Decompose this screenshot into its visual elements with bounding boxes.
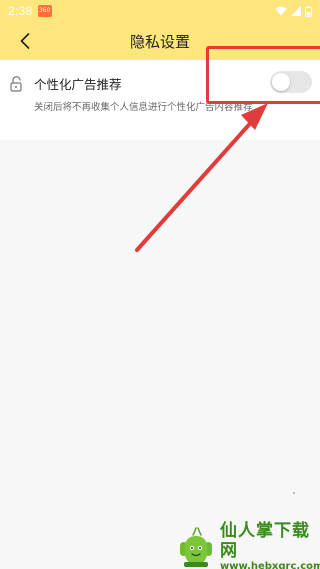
header: 2:38 360 隐私设置 — [0, 0, 320, 60]
watermark-text: 仙人掌下载网 www.hebxqrc.com — [220, 521, 320, 569]
setting-personalized-ads: 个性化广告推荐 关闭后将不再收集个人信息进行个性化广告内容推荐 — [0, 60, 320, 140]
speck — [293, 492, 295, 494]
cactus-logo-icon — [180, 526, 212, 567]
unlock-icon — [10, 75, 22, 92]
page-title: 隐私设置 — [129, 32, 190, 51]
wifi-icon — [275, 6, 287, 16]
watermark: 仙人掌下载网 www.hebxqrc.com — [176, 521, 320, 569]
chevron-left-icon — [20, 33, 30, 49]
setting-row: 个性化广告推荐 — [10, 74, 122, 93]
app-bar: 隐私设置 — [0, 22, 320, 60]
status-time: 2:38 — [8, 4, 33, 18]
battery-icon — [305, 5, 312, 17]
back-button[interactable] — [12, 28, 38, 54]
status-indicators — [275, 5, 312, 17]
watermark-name: 仙人掌下载网 — [220, 520, 310, 561]
signal-icon — [291, 6, 301, 16]
status-app-icon: 360 — [37, 5, 52, 17]
setting-title: 个性化广告推荐 — [34, 77, 122, 92]
setting-description: 关闭后将不再收集个人信息进行个性化广告内容推荐 — [34, 102, 253, 113]
status-bar: 2:38 360 — [0, 0, 320, 22]
toggle-knob — [272, 73, 290, 91]
watermark-url: www.hebxqrc.com — [220, 560, 320, 569]
personalized-ads-toggle[interactable] — [270, 71, 312, 93]
